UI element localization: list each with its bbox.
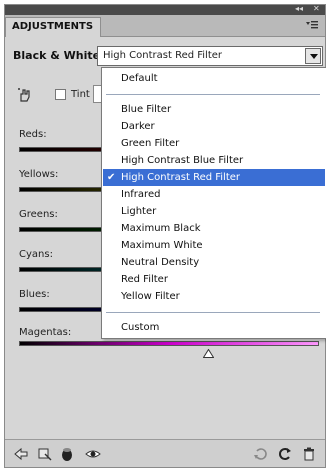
menu-item-maximum-white[interactable]: Maximum White [103,237,325,254]
reds-label: Reds: [19,129,47,140]
menu-item-infrared[interactable]: Infrared [103,186,325,203]
close-icon[interactable]: ✕ [313,4,320,14]
adjustment-type-label: Black & White [13,49,101,62]
magentas-slider[interactable] [19,341,319,346]
cyans-label: Cyans: [19,249,53,260]
menu-item-darker[interactable]: Darker [103,118,325,135]
visibility-eye-icon[interactable] [85,446,101,462]
blues-label: Blues: [19,289,50,300]
panel-title-strip: ◂◂ ✕ [5,4,325,15]
expanded-view-icon[interactable] [37,446,53,462]
menu-item-lighter[interactable]: Lighter [103,203,325,220]
reset-icon[interactable] [277,446,293,462]
menu-item-green-filter[interactable]: Green Filter [103,135,325,152]
menu-item-high-contrast-red-filter[interactable]: ✔ High Contrast Red Filter [103,169,325,186]
greens-label: Greens: [19,209,58,220]
tab-adjustments[interactable]: ADJUSTMENTS [5,17,101,37]
menu-separator [106,94,320,95]
tint-checkbox[interactable] [55,89,66,100]
view-previous-state-icon[interactable] [253,446,269,462]
menu-item-custom[interactable]: Custom [103,319,325,336]
menu-item-red-filter[interactable]: Red Filter [103,271,325,288]
magentas-slider-thumb[interactable] [202,349,214,358]
back-arrow-icon[interactable] [13,446,29,462]
checkmark-icon: ✔ [107,172,116,183]
chevron-down-icon[interactable] [305,48,321,64]
magentas-label: Magentas: [19,327,72,338]
menu-item-high-contrast-blue-filter[interactable]: High Contrast Blue Filter [103,152,325,169]
collapse-icon[interactable]: ◂◂ [295,4,303,14]
menu-item-neutral-density[interactable]: Neutral Density [103,254,325,271]
targeted-adjustment-hand-icon[interactable] [17,87,33,103]
tint-label: Tint [71,89,90,100]
panel-tab-row: ADJUSTMENTS [5,15,325,37]
preset-dropdown-menu: Default Blue Filter Darker Green Filter … [101,67,326,339]
panel-menu-icon[interactable] [305,19,319,31]
clip-to-layer-icon[interactable] [59,446,75,462]
adjustments-panel: ◂◂ ✕ ADJUSTMENTS Black & White High Cont… [4,4,326,468]
menu-item-default[interactable]: Default [103,70,325,87]
panel-bottom-toolbar [5,439,325,467]
preset-select-value: High Contrast Red Filter [103,50,223,61]
menu-item-maximum-black[interactable]: Maximum Black [103,220,325,237]
menu-item-yellow-filter[interactable]: Yellow Filter [103,288,325,305]
menu-item-blue-filter[interactable]: Blue Filter [103,101,325,118]
yellows-label: Yellows: [19,169,59,180]
menu-separator [106,312,320,313]
preset-select[interactable]: High Contrast Red Filter [97,46,323,66]
trash-icon[interactable] [301,446,317,462]
